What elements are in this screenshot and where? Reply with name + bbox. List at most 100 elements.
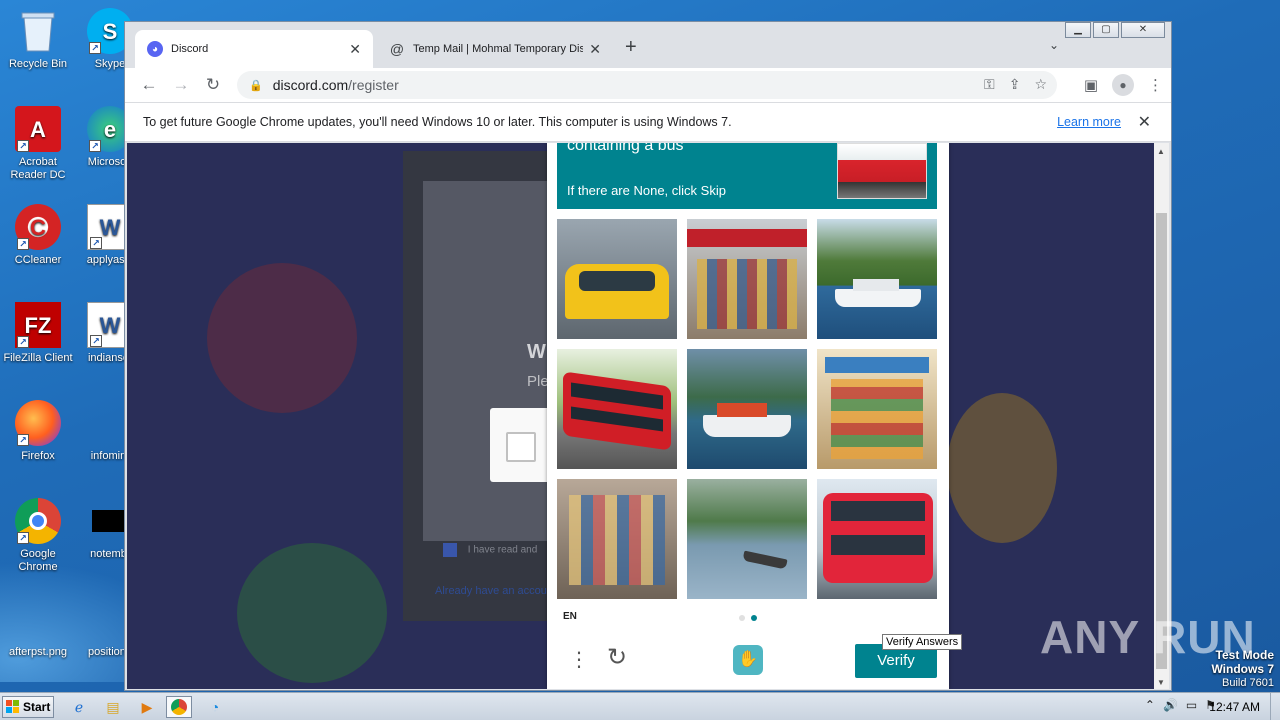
start-button[interactable]: Start <box>2 696 54 718</box>
challenge-image-kiosk[interactable] <box>557 479 677 599</box>
background-illustration-bottom <box>237 543 387 683</box>
tab-label: Temp Mail | Mohmal Temporary Dispo <box>413 43 584 55</box>
update-infobar: To get future Google Chrome updates, you… <box>125 102 1171 142</box>
page-dot <box>739 615 745 621</box>
profile-avatar-icon[interactable]: ● <box>1112 74 1134 96</box>
desktop-icon-label: FileZilla Client <box>3 352 73 364</box>
tab-discord[interactable]: ◕ Discord ✕ <box>135 30 373 68</box>
address-bar[interactable]: 🔒 discord.com/register ⚿ ⇪ ☆ <box>237 71 1057 99</box>
taskbar-explorer-icon[interactable]: ▤ <box>100 696 126 718</box>
learn-more-link[interactable]: Learn more <box>1057 115 1121 129</box>
tab-search-chevron-icon[interactable]: ⌄ <box>1049 38 1059 52</box>
hcaptcha-logo-icon: ✋ <box>733 645 763 675</box>
checkbox-checked-icon[interactable] <box>443 543 457 557</box>
language-selector[interactable]: EN <box>563 611 577 622</box>
scroll-up-icon[interactable]: ▲ <box>1157 147 1165 156</box>
build-label: Build 7601 <box>1222 677 1274 689</box>
infobar-text: To get future Google Chrome updates, you… <box>143 115 732 129</box>
desktop-icon-acrobat[interactable]: A ↗ Acrobat Reader DC <box>0 106 76 182</box>
share-icon[interactable]: ⇪ <box>1009 76 1021 93</box>
login-link[interactable]: Already have an account? <box>435 585 562 597</box>
terms-label: I have read and <box>467 544 538 556</box>
test-mode-notice: Test Mode Windows 7 Build 7601 <box>1211 648 1274 690</box>
close-tab-icon[interactable]: ✕ <box>349 41 361 58</box>
network-icon[interactable]: ▭ <box>1186 698 1197 712</box>
refresh-icon[interactable]: ↻ <box>607 643 627 672</box>
desktop-icon-chrome[interactable]: ↗ Google Chrome <box>0 498 76 574</box>
page-dot-active <box>751 615 757 621</box>
tab-temp-mail[interactable]: @ Temp Mail | Mohmal Temporary Dispo ✕ <box>377 30 613 68</box>
menu-dots-icon[interactable]: ⋮ <box>569 647 589 672</box>
hcaptcha-challenge: containing a bus If there are None, clic… <box>547 143 949 689</box>
challenge-image-kiosk[interactable] <box>687 219 807 339</box>
new-tab-button[interactable]: + <box>625 36 637 59</box>
page-viewport: W Ple I have read and Already have an ac… <box>127 143 1155 689</box>
windows-logo-icon <box>6 700 20 714</box>
desktop-icon-label: CCleaner <box>14 254 62 266</box>
challenge-image-boat[interactable] <box>687 349 807 469</box>
os-label: Windows 7 <box>1211 662 1274 676</box>
taskbar-clock[interactable]: 12:47 AM <box>1209 700 1260 714</box>
back-button[interactable]: ← <box>133 75 165 95</box>
scrollbar-thumb[interactable] <box>1156 213 1167 669</box>
desktop-icon-label: Google Chrome <box>18 548 58 573</box>
modal-heading: W <box>527 341 546 363</box>
challenge-image-bus[interactable] <box>817 479 937 599</box>
desktop-icon-firefox[interactable]: ↗ Firefox <box>0 400 76 463</box>
desktop-icon-ccleaner[interactable]: C ↗ CCleaner <box>0 204 76 267</box>
challenge-hint: If there are None, click Skip <box>567 183 726 198</box>
bookmark-star-icon[interactable]: ☆ <box>1034 76 1047 93</box>
toolbar-actions: ▣ ● ⋮ <box>1084 74 1163 96</box>
tray-expand-icon[interactable]: ⌃ <box>1145 698 1155 712</box>
show-desktop-button[interactable] <box>1270 693 1280 720</box>
taskbar-edge-icon[interactable]: ◔ <box>202 696 228 718</box>
firefox-icon: ↗ <box>15 400 61 446</box>
acrobat-icon: A ↗ <box>15 106 61 152</box>
system-tray: ⌃ 🔊 ▭ ⚑ <box>1145 698 1216 712</box>
challenge-image-bus[interactable] <box>557 349 677 469</box>
desktop-icon-label: afterpst.png <box>8 646 68 658</box>
lock-icon: 🔒 <box>249 79 263 92</box>
challenge-image-kiosk[interactable] <box>817 349 937 469</box>
desktop-icon-afterpst[interactable]: afterpst.png <box>0 596 76 659</box>
desktop-icon-label: Recycle Bin <box>8 58 68 70</box>
recycle-bin-icon <box>15 8 61 54</box>
terms-checkbox-row[interactable]: I have read and <box>443 543 537 557</box>
test-mode-label: Test Mode <box>1215 648 1274 662</box>
scroll-down-icon[interactable]: ▼ <box>1157 678 1165 687</box>
browser-window: ▁ ▢ ✕ ◕ Discord ✕ @ Temp Mail | Mohmal T… <box>124 21 1172 691</box>
challenge-prompt: containing a bus <box>567 143 684 154</box>
hcaptcha-checkbox[interactable] <box>506 432 536 462</box>
taskbar-media-player-icon[interactable]: ▶ <box>134 696 160 718</box>
challenge-image-boat[interactable] <box>687 479 807 599</box>
key-icon[interactable]: ⚿ <box>984 76 995 93</box>
toolbar: ← → ↻ 🔒 discord.com/register ⚿ ⇪ ☆ ▣ ● ⋮ <box>125 68 1171 102</box>
desktop-icon-filezilla[interactable]: FZ ↗ FileZilla Client <box>0 302 76 365</box>
verify-tooltip: Verify Answers <box>882 634 963 650</box>
taskbar: Start ℯ ▤ ▶ ◔ ⌃ 🔊 ▭ ⚑ 12:47 AM <box>0 692 1280 720</box>
at-sign-icon: @ <box>389 41 405 57</box>
menu-kebab-icon[interactable]: ⋮ <box>1148 76 1163 94</box>
desktop-icon-label: Firefox <box>21 450 55 462</box>
page-scrollbar[interactable]: ▲ ▼ <box>1154 143 1169 689</box>
background-illustration-right <box>947 393 1057 543</box>
page-indicator <box>739 615 757 621</box>
close-tab-icon[interactable]: ✕ <box>589 41 601 58</box>
side-panel-icon[interactable]: ▣ <box>1084 76 1098 94</box>
challenge-image-taxi[interactable] <box>557 219 677 339</box>
desktop-icon-label: Acrobat Reader DC <box>10 156 66 181</box>
taskbar-ie-icon[interactable]: ℯ <box>66 696 92 718</box>
challenge-image-boat[interactable] <box>817 219 937 339</box>
taskbar-chrome-icon[interactable] <box>166 696 192 718</box>
background-illustration-left <box>207 263 357 413</box>
image-file-icon <box>15 596 61 642</box>
tab-label: Discord <box>171 43 209 55</box>
reload-button[interactable]: ↻ <box>197 75 229 95</box>
close-infobar-icon[interactable]: ✕ <box>1138 112 1151 132</box>
discord-icon: ◕ <box>147 41 163 57</box>
forward-button[interactable]: → <box>165 75 197 95</box>
desktop-icon-recycle-bin[interactable]: Recycle Bin <box>0 8 76 71</box>
tab-bar: ◕ Discord ✕ @ Temp Mail | Mohmal Tempora… <box>125 22 1171 68</box>
volume-icon[interactable]: 🔊 <box>1163 698 1178 712</box>
filezilla-icon: FZ ↗ <box>15 302 61 348</box>
